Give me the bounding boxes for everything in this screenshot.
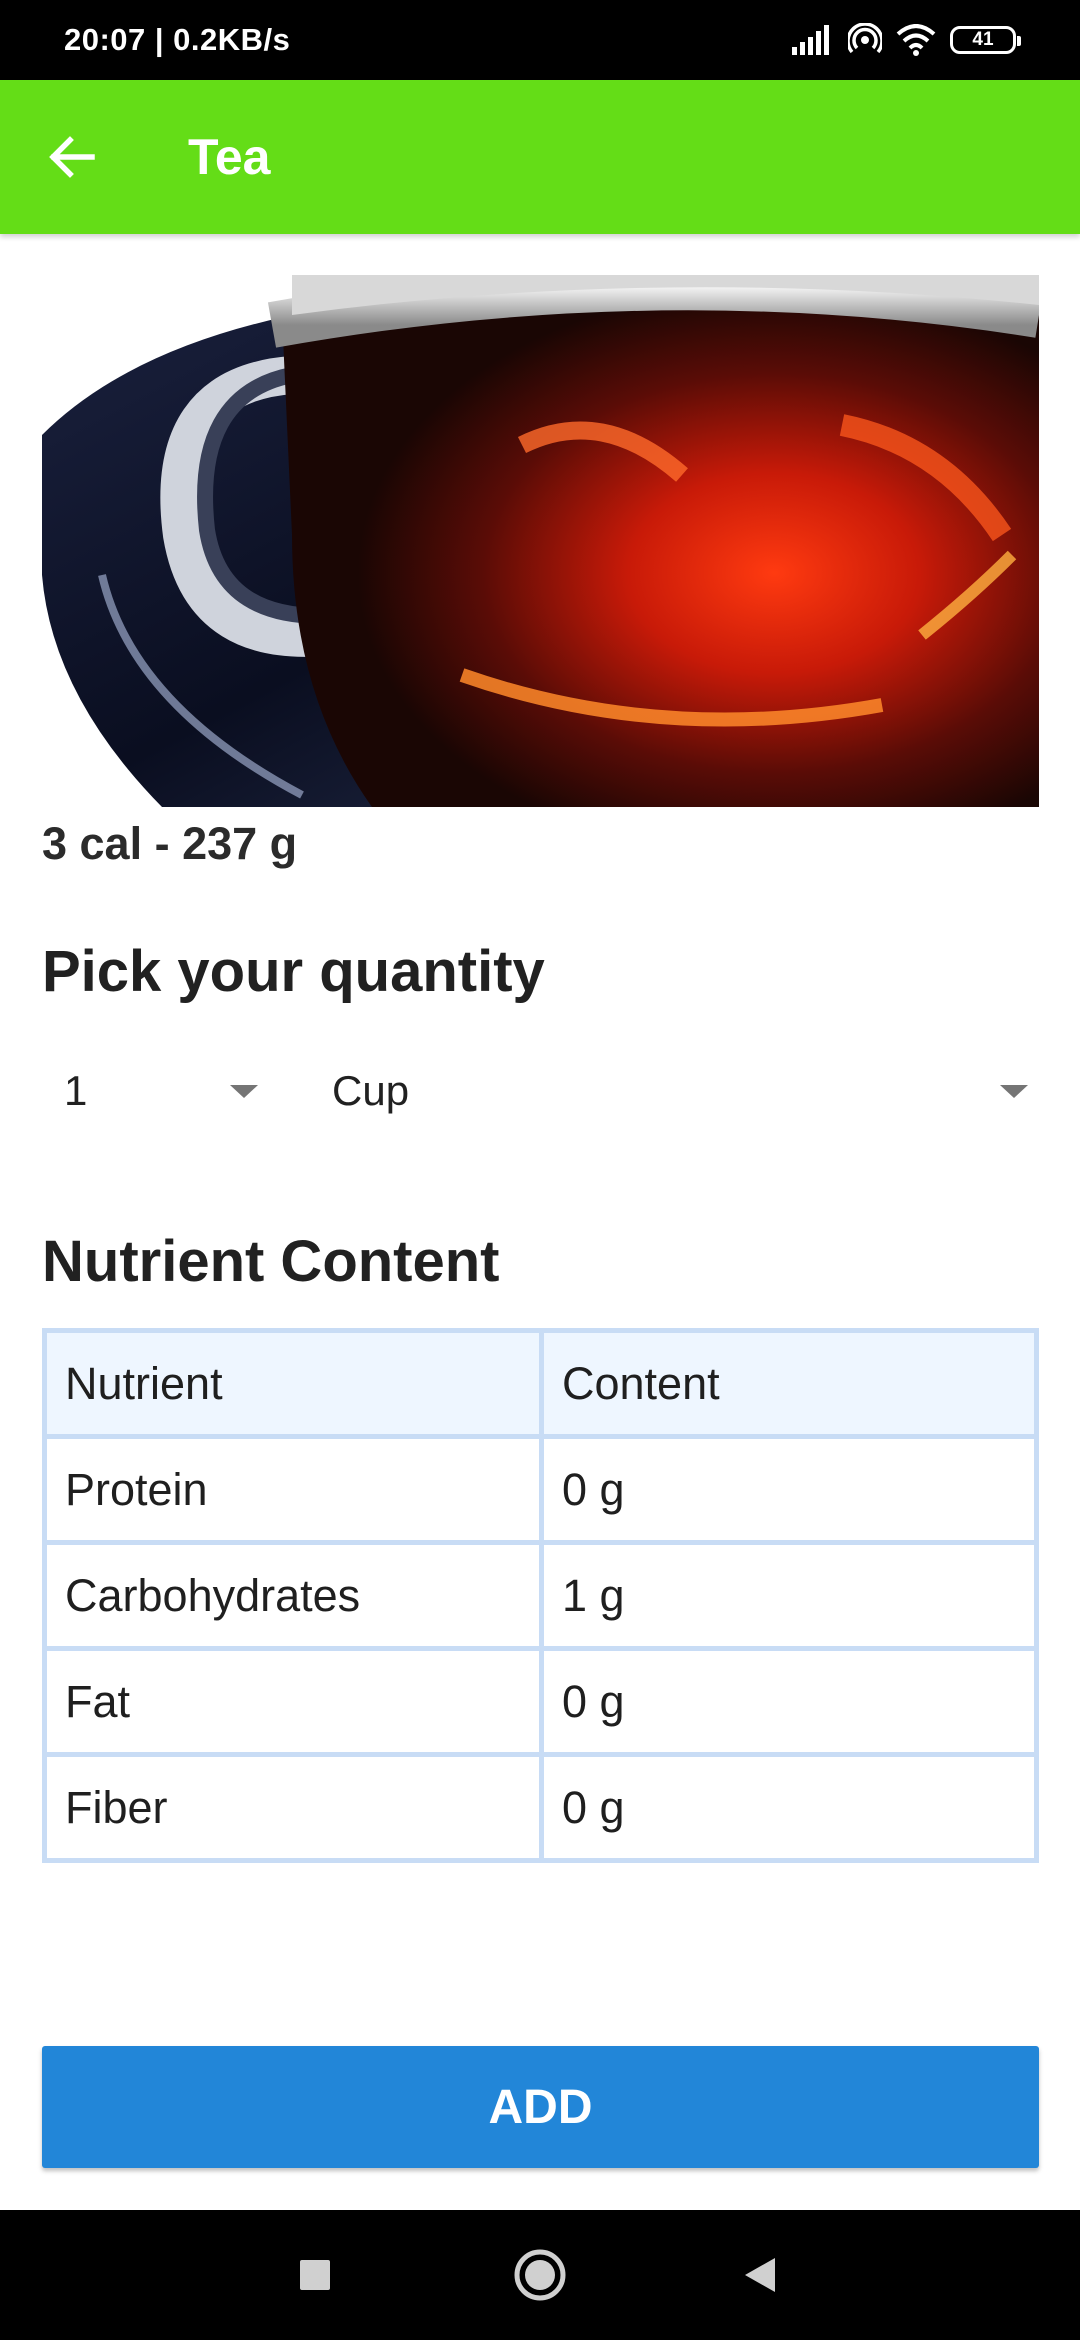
quantity-unit-value: Cup [332,1067,410,1114]
calorie-summary: 3 cal - 237 g [42,818,298,869]
hotspot-icon [848,23,882,54]
table-header-nutrient: Nutrient [42,1328,544,1439]
quantity-unit-spinner[interactable]: Cup [310,1055,1039,1127]
nutrient-value: 1 g [539,1540,1039,1651]
chevron-down-icon [1000,1085,1028,1098]
system-nav-bar [0,2210,1080,2340]
chevron-down-icon [230,1085,258,1098]
table-header-content: Content [539,1328,1039,1439]
page-title: Tea [188,129,271,185]
nutrient-section-title: Nutrient Content [42,1229,500,1294]
quantity-row: 1 Cup [42,1055,1039,1127]
quantity-amount-spinner[interactable]: 1 [42,1055,272,1127]
quantity-section-title: Pick your quantity [42,939,545,1004]
table-header-row: Nutrient Content [42,1328,1039,1439]
nutrient-value: 0 g [539,1434,1039,1545]
nutrient-value: 0 g [539,1646,1039,1757]
nutrient-name: Protein [42,1434,544,1545]
battery-icon: 41 [950,26,1021,54]
status-time-speed: 20:07 | 0.2KB/s [64,22,291,57]
arrow-left-icon [49,136,95,178]
table-row: Carbohydrates 1 g [42,1540,1039,1651]
back-triangle-icon [745,2258,775,2292]
status-bar: 20:07 | 0.2KB/s 41 [0,0,1080,80]
recents-button[interactable] [255,2210,375,2340]
recents-square-icon [300,2260,330,2290]
nutrient-value: 0 g [539,1752,1039,1863]
back-button[interactable] [28,113,116,201]
home-button[interactable] [480,2210,600,2340]
home-circle-icon [514,2249,566,2301]
nutrient-table: Nutrient Content Protein 0 g Carbohydrat… [42,1328,1039,1863]
nutrient-name: Fat [42,1646,544,1757]
table-row: Protein 0 g [42,1434,1039,1545]
signal-icon [792,25,829,55]
add-button[interactable]: ADD [42,2046,1039,2168]
wifi-icon [896,24,936,56]
nav-back-button[interactable] [700,2210,820,2340]
battery-level: 41 [972,29,994,50]
app-bar: Tea [0,80,1080,234]
nutrient-name: Fiber [42,1752,544,1863]
tea-cup-image [42,275,1039,807]
food-image [42,275,1039,807]
nutrient-name: Carbohydrates [42,1540,544,1651]
quantity-amount-value: 1 [64,1067,88,1114]
table-row: Fat 0 g [42,1646,1039,1757]
status-icons: 41 [792,23,1021,57]
table-row: Fiber 0 g [42,1752,1039,1863]
